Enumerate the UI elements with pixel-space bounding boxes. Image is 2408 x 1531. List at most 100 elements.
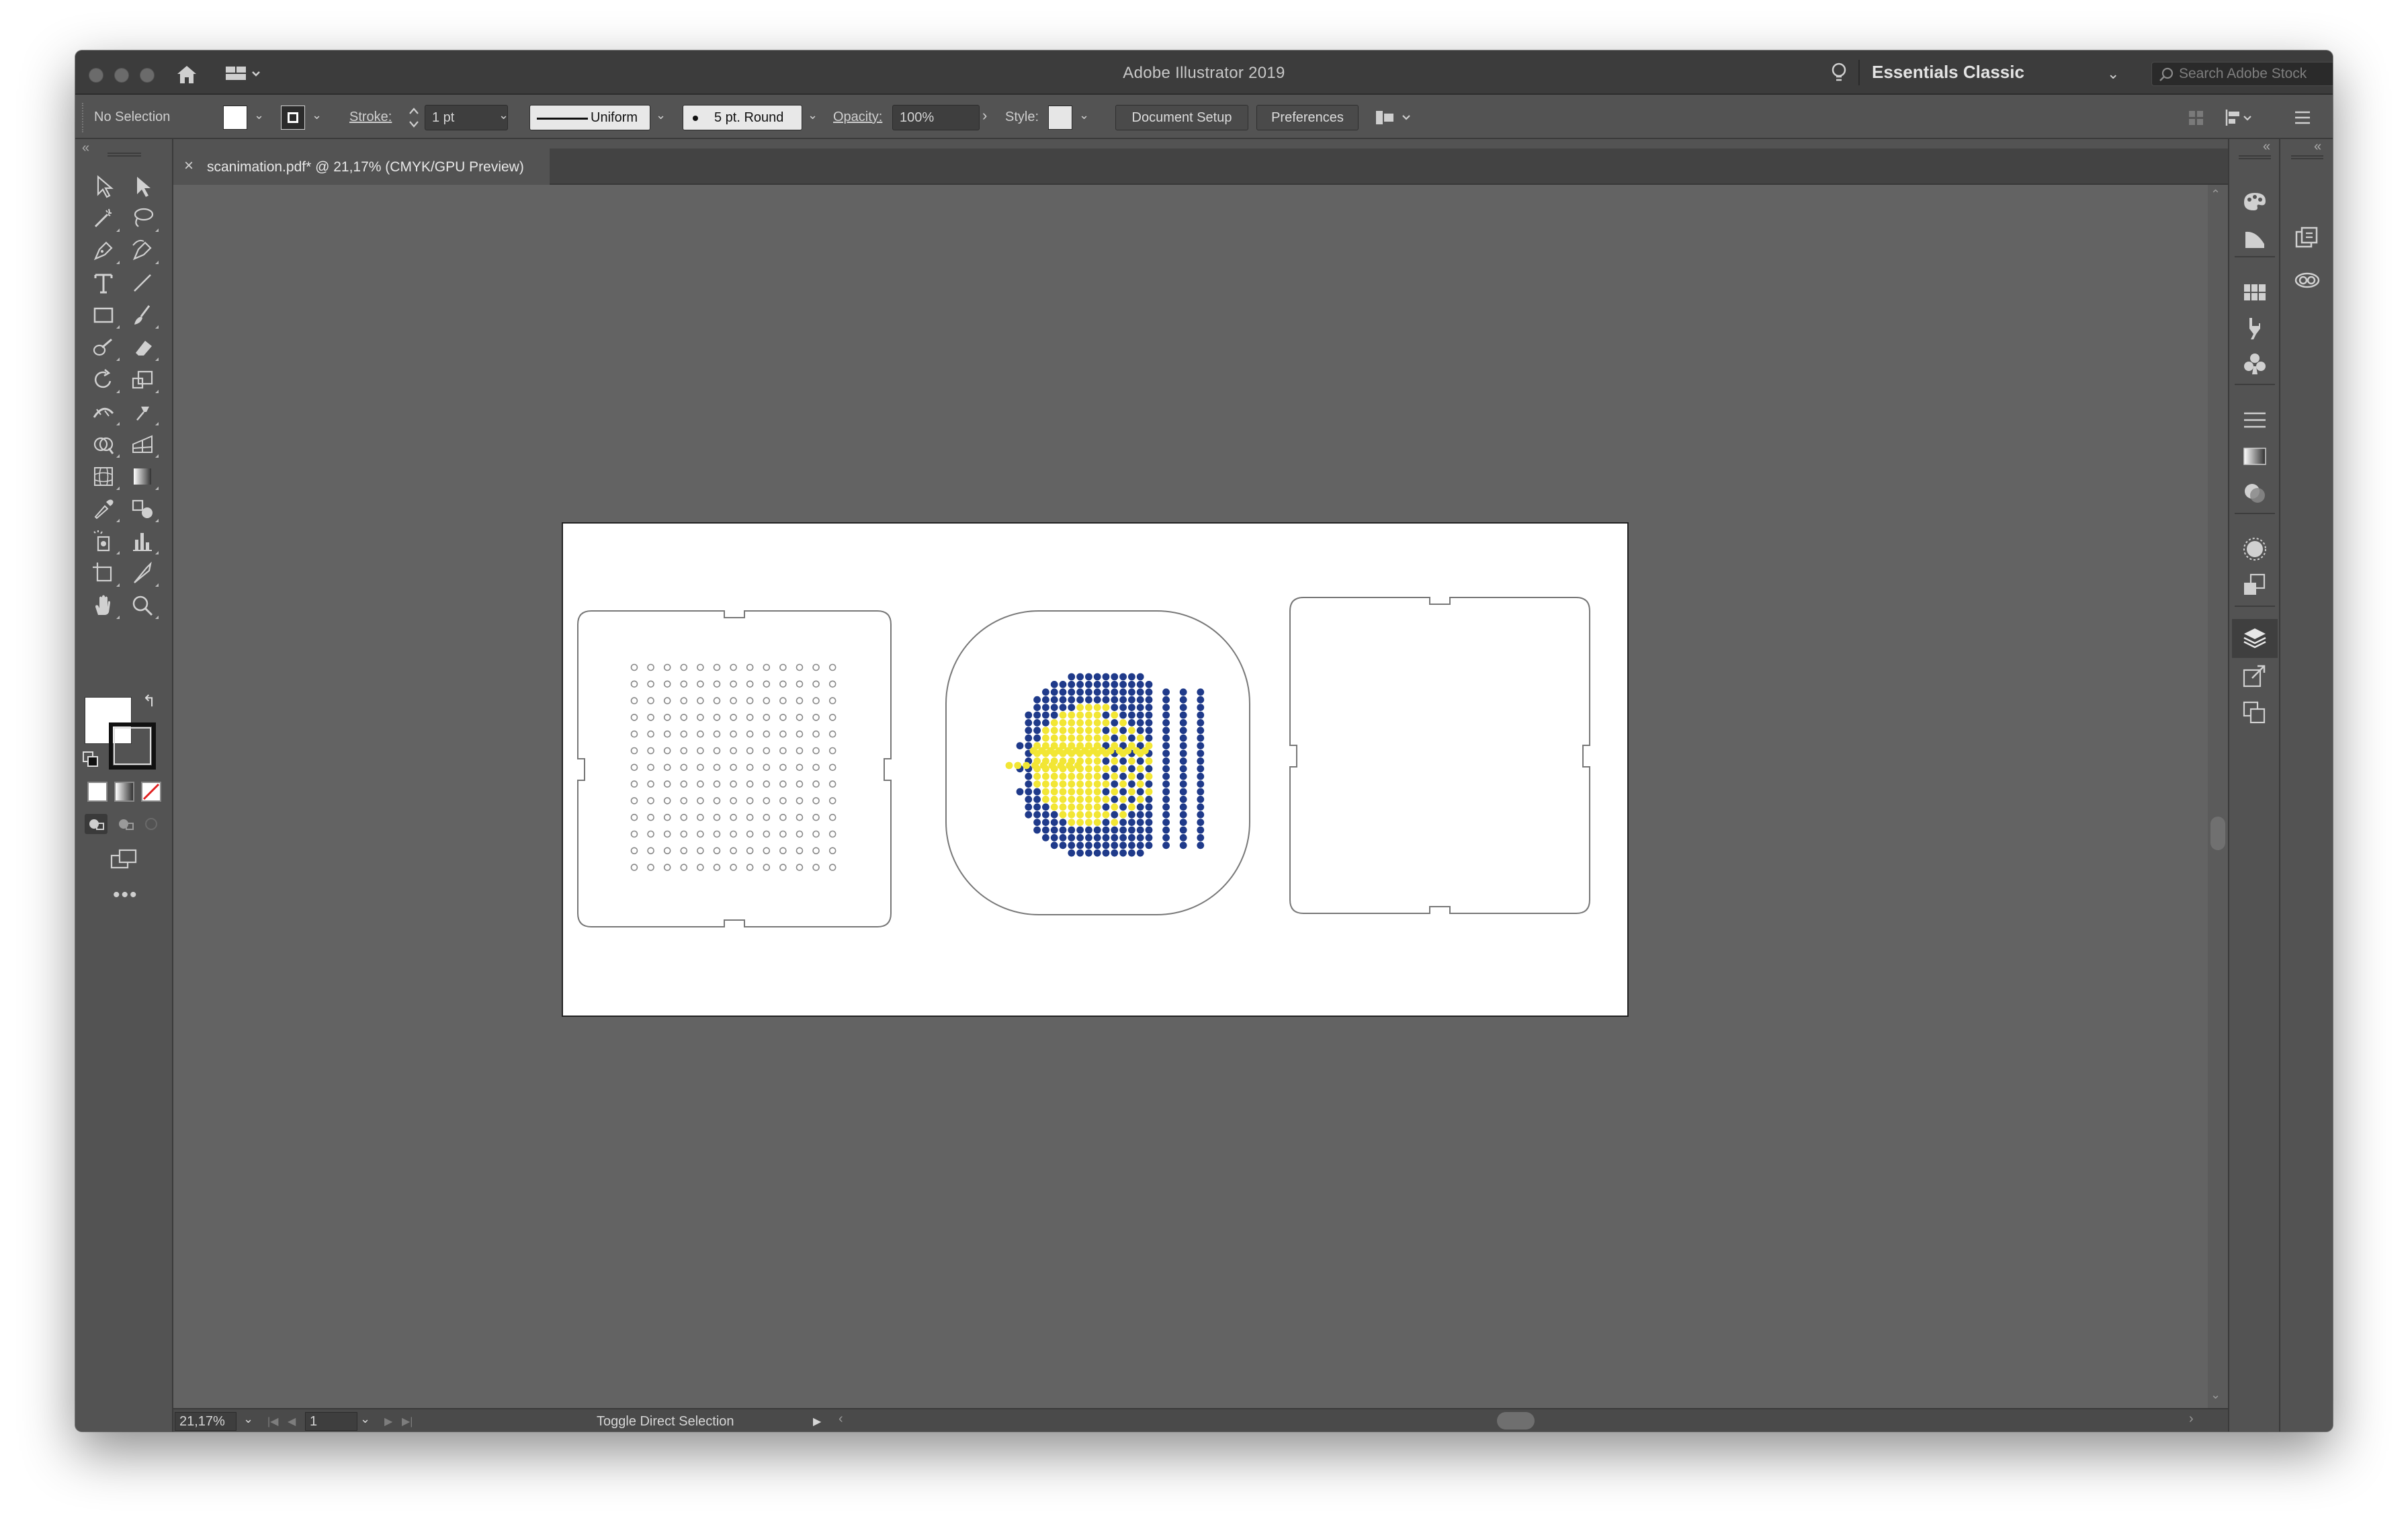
scale-tool-icon[interactable] (129, 366, 159, 393)
stock-search-box[interactable] (2151, 62, 2333, 86)
document-tab[interactable]: × scanimation.pdf* @ 21,17% (CMYK/GPU Pr… (173, 149, 550, 185)
vertical-scroll-thumb[interactable] (2210, 817, 2225, 850)
shape-builder-tool-icon[interactable] (90, 431, 120, 458)
opacity-arrow[interactable]: › (982, 107, 987, 124)
align-panel-icon[interactable] (2224, 107, 2253, 128)
opacity-label[interactable]: Opacity: (833, 110, 882, 125)
color-guide-icon[interactable] (2240, 224, 2270, 253)
curvature-tool-icon[interactable] (129, 237, 159, 264)
stroke-panel-icon[interactable] (2240, 405, 2270, 435)
selection-tool-icon[interactable] (90, 173, 117, 200)
swatches-panel-icon[interactable] (2240, 278, 2270, 307)
collapse-dock-secondary-icon[interactable]: « (2314, 139, 2321, 155)
export-panel-icon[interactable] (2240, 662, 2270, 692)
lasso-tool-icon[interactable] (129, 205, 159, 232)
stroke-weight-chevron[interactable]: ⌄ (499, 108, 509, 122)
collapse-panel-icon[interactable]: « (82, 140, 89, 156)
default-fill-stroke-icon[interactable] (82, 751, 99, 768)
magic-wand-tool-icon[interactable] (90, 205, 120, 232)
scroll-up-icon[interactable]: ⌃ (2210, 188, 2221, 202)
rotate-tool-icon[interactable] (90, 366, 120, 393)
artboard-number-field[interactable]: 1 (305, 1412, 357, 1431)
stroke-stepper[interactable] (407, 104, 421, 131)
scroll-left-icon[interactable]: ‹ (838, 1411, 843, 1427)
scroll-right-icon[interactable]: › (2189, 1411, 2194, 1427)
layers-panel-icon[interactable] (2240, 624, 2270, 654)
brush-chevron[interactable]: ⌄ (808, 108, 818, 122)
close-tab-icon[interactable]: × (184, 157, 194, 175)
dock-secondary-grip[interactable] (2291, 155, 2323, 159)
stroke-color-swatch[interactable] (109, 722, 156, 770)
mesh-tool-icon[interactable] (90, 463, 120, 490)
workspace-switcher[interactable]: Essentials Classic (1872, 62, 2024, 83)
stroke-weight-field[interactable]: 1 pt (425, 105, 508, 130)
transparency-panel-icon[interactable] (2240, 478, 2270, 507)
draw-behind-icon[interactable] (114, 814, 137, 834)
style-chevron[interactable]: ⌄ (1079, 108, 1089, 122)
artboards-panel-icon[interactable] (2240, 698, 2270, 728)
hand-tool-icon[interactable] (90, 592, 120, 619)
stroke-dropdown-chevron[interactable]: ⌄ (312, 108, 322, 122)
panel-menu-icon[interactable] (2292, 108, 2313, 127)
graphic-styles-panel-icon[interactable] (2240, 571, 2270, 600)
control-bar-grip[interactable] (82, 103, 86, 132)
variable-width-profile[interactable]: Uniform (529, 105, 650, 130)
horizontal-scroll-thumb[interactable] (1497, 1412, 1535, 1430)
zoom-tool-icon[interactable] (129, 592, 159, 619)
perspective-grid-tool-icon[interactable] (129, 431, 159, 458)
symbol-sprayer-tool-icon[interactable] (90, 528, 120, 554)
symbols-panel-icon[interactable] (2240, 350, 2270, 380)
shaper-tool-icon[interactable] (90, 334, 120, 361)
zoom-chevron[interactable]: ⌄ (243, 1412, 253, 1426)
gradient-panel-icon[interactable] (2240, 442, 2270, 471)
slice-tool-icon[interactable] (129, 560, 159, 587)
eyedropper-tool-icon[interactable] (90, 495, 120, 522)
creative-cloud-icon[interactable] (2292, 264, 2322, 294)
width-tool-icon[interactable] (90, 399, 120, 425)
first-artboard-icon[interactable]: |◀ (267, 1415, 278, 1428)
type-tool-icon[interactable] (90, 270, 117, 296)
artboard-tool-icon[interactable] (90, 560, 120, 587)
eraser-tool-icon[interactable] (129, 334, 159, 361)
column-graph-tool-icon[interactable] (129, 528, 159, 554)
artboard[interactable] (562, 522, 1629, 1017)
collapse-dock-icon[interactable]: « (2263, 139, 2270, 155)
gradient-mode-icon[interactable] (114, 782, 134, 802)
appearance-panel-icon[interactable] (2240, 534, 2270, 564)
zoom-field[interactable]: 21,17% (175, 1412, 236, 1431)
artboard-chevron[interactable]: ⌄ (360, 1412, 370, 1426)
rectangle-tool-icon[interactable] (90, 302, 120, 329)
profile-chevron[interactable]: ⌄ (656, 108, 666, 122)
swap-fill-stroke-icon[interactable]: ↰ (142, 692, 156, 711)
line-segment-tool-icon[interactable] (129, 270, 156, 296)
draw-inside-icon[interactable] (141, 814, 164, 834)
stroke-swatch[interactable] (281, 106, 305, 130)
vertical-scrollbar[interactable]: ⌃ ⌄ (2208, 185, 2228, 1409)
fill-swatch[interactable] (223, 106, 247, 130)
color-panel-icon[interactable] (2240, 186, 2270, 216)
brush-definition[interactable]: 5 pt. Round (683, 105, 802, 130)
libraries-icon[interactable] (2292, 224, 2322, 253)
brushes-panel-icon[interactable] (2240, 314, 2270, 343)
chevron-down-icon[interactable]: ⌄ (2107, 65, 2119, 83)
last-artboard-icon[interactable]: ▶| (402, 1415, 413, 1428)
paintbrush-tool-icon[interactable] (129, 302, 159, 329)
search-input[interactable] (2179, 63, 2333, 85)
gradient-tool-icon[interactable] (129, 463, 159, 490)
next-artboard-icon[interactable]: ▶ (384, 1415, 392, 1428)
fill-dropdown-chevron[interactable]: ⌄ (254, 108, 264, 122)
stroke-label[interactable]: Stroke: (349, 110, 392, 125)
lightbulb-icon[interactable] (1829, 61, 1849, 85)
pen-tool-icon[interactable] (90, 237, 120, 264)
align-options-icon[interactable] (1373, 106, 1414, 130)
graphic-style-swatch[interactable] (1048, 106, 1072, 130)
opacity-field[interactable]: 100% (892, 105, 980, 130)
direct-selection-tool-icon[interactable] (129, 173, 156, 200)
draw-normal-icon[interactable] (85, 814, 108, 834)
document-setup-button[interactable]: Document Setup (1115, 105, 1248, 130)
preferences-button[interactable]: Preferences (1256, 105, 1359, 130)
color-mode-icon[interactable] (87, 782, 108, 802)
none-mode-icon[interactable] (141, 782, 161, 802)
tools-panel-grip[interactable] (108, 153, 141, 157)
screen-mode-icon[interactable] (109, 847, 140, 872)
